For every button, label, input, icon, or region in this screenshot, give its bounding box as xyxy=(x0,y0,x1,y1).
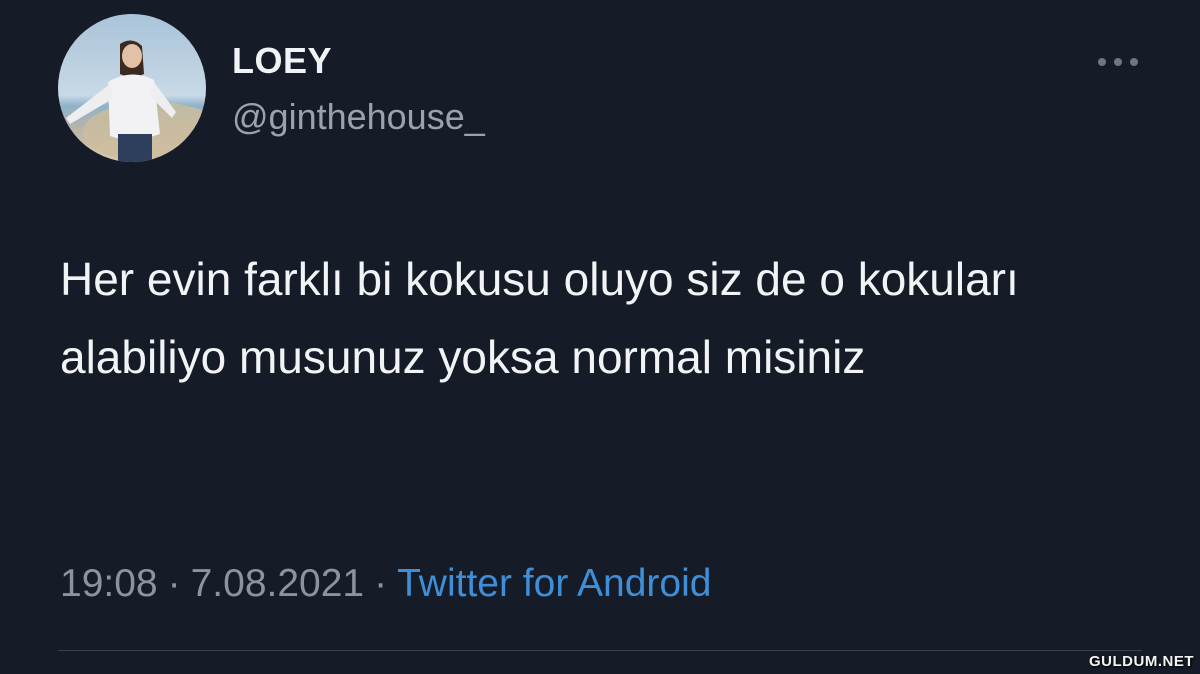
display-name[interactable]: LOEY xyxy=(232,40,332,82)
user-handle[interactable]: @ginthehouse_ xyxy=(232,96,485,138)
tweet-date[interactable]: 7.08.2021 xyxy=(191,562,365,605)
more-button[interactable] xyxy=(1092,48,1144,76)
avatar-photo xyxy=(58,14,206,162)
meta-separator: · xyxy=(167,562,181,605)
tweet-source-link[interactable]: Twitter for Android xyxy=(397,562,711,605)
tweet-metadata: 19:08 · 7.08.2021 · Twitter for Android xyxy=(60,562,711,606)
more-horizontal-icon xyxy=(1098,58,1138,66)
avatar[interactable] xyxy=(58,14,206,162)
meta-separator: · xyxy=(374,562,388,605)
watermark: GULDUM.NET xyxy=(1089,653,1194,670)
divider xyxy=(58,650,1142,651)
tweet-text: Her evin farklı bi kokusu oluyo siz de o… xyxy=(60,253,1019,383)
tweet-time[interactable]: 19:08 xyxy=(60,562,158,605)
tweet-card: LOEY @ginthehouse_ Her evin farklı bi ko… xyxy=(0,0,1200,674)
